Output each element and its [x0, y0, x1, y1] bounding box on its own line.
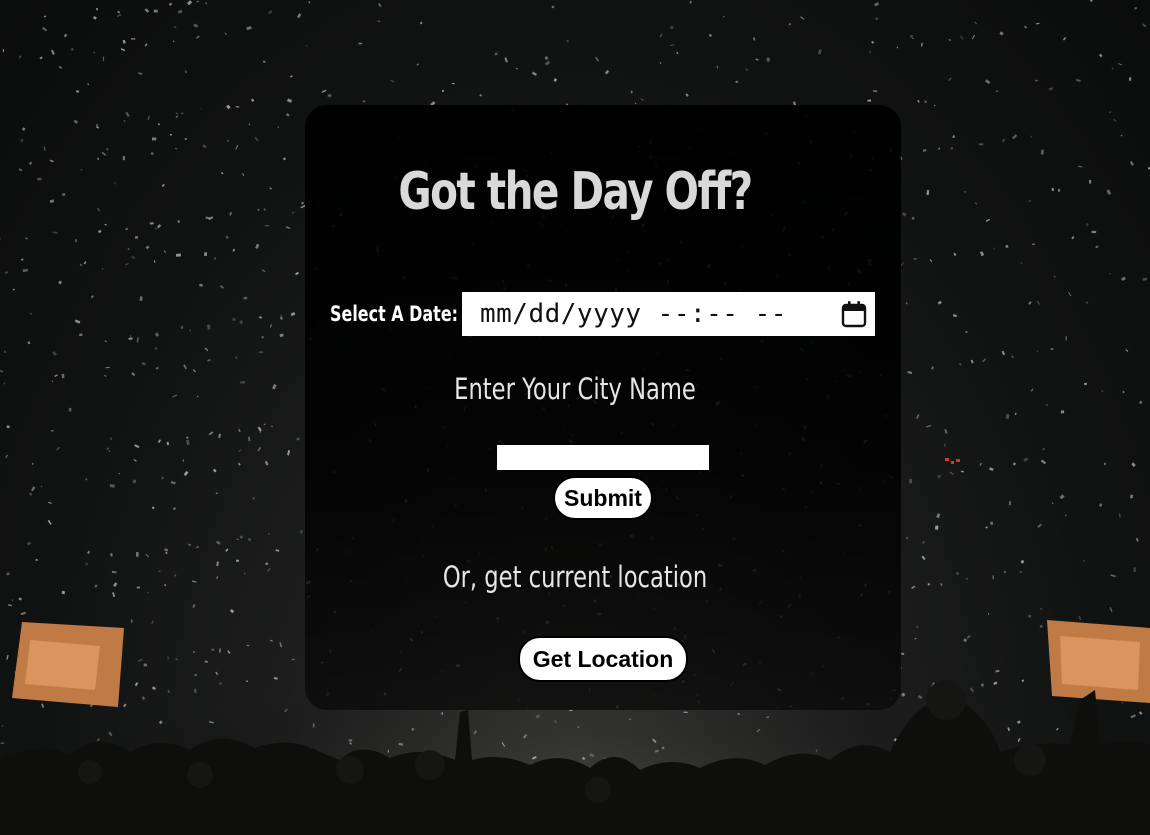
left-stage-screen	[12, 622, 124, 707]
submit-button[interactable]: Submit	[553, 476, 653, 520]
city-input[interactable]	[497, 445, 709, 470]
calendar-icon[interactable]	[841, 300, 867, 328]
date-label: Select A Date:	[330, 302, 459, 326]
date-row: Select A Date: mm/dd/yyyy --:-- --	[330, 292, 875, 336]
location-heading: Or, get current location	[442, 560, 708, 594]
datetime-input[interactable]: mm/dd/yyyy --:-- --	[462, 292, 875, 336]
datetime-placeholder: mm/dd/yyyy --:-- --	[480, 299, 787, 329]
get-location-button[interactable]: Get Location	[518, 636, 688, 682]
page-background: Got the Day Off? Select A Date: mm/dd/yy…	[0, 0, 1150, 835]
right-stage-screen	[1047, 620, 1150, 703]
city-heading: Enter Your City Name	[454, 372, 696, 406]
page-title: Got the Day Off?	[398, 162, 753, 222]
